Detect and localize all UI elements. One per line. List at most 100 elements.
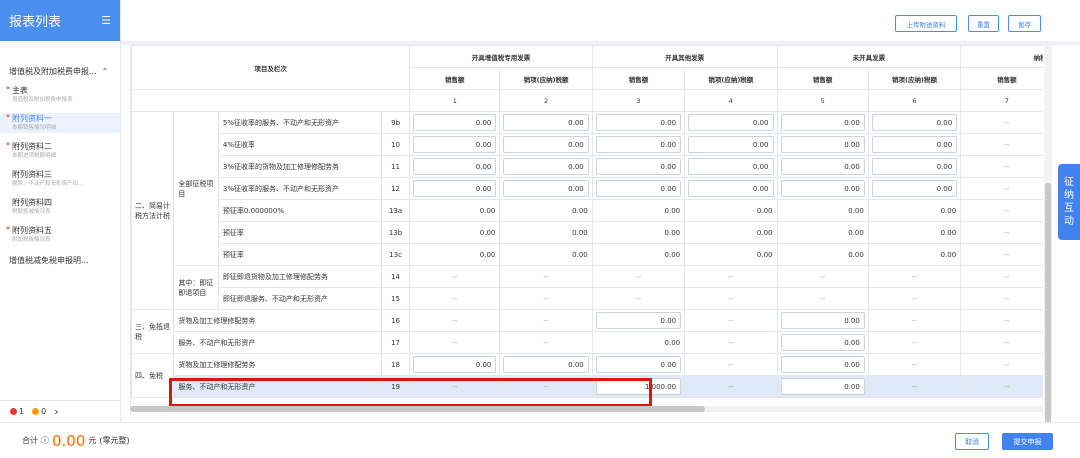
input-cell: 0.00 [591, 177, 686, 200]
table-cell: -- [684, 353, 778, 376]
sidebar-group-vat[interactable]: 增值税及附加税费申报... ⌃ [0, 65, 120, 77]
column-number: 4 [684, 89, 778, 112]
amount-input[interactable]: 0.00 [688, 136, 774, 153]
interaction-float-button[interactable]: 征纳互动 [1058, 164, 1080, 240]
total-unit: 元 [88, 436, 97, 445]
amount-input[interactable]: 0.00 [780, 356, 865, 373]
sidebar-item[interactable]: * 主表 增值税及附加税费申报表 [0, 85, 120, 105]
input-cell: 0.00 [684, 177, 778, 200]
amount-input[interactable]: 0.00 [503, 114, 589, 131]
table-cell: 0.00 [409, 243, 501, 266]
header-group: 开具增值税专用发票 [409, 45, 593, 68]
input-cell: 0.00 [684, 111, 778, 134]
amount-input[interactable]: 0.00 [595, 312, 682, 329]
input-cell: 0.00 [499, 155, 593, 178]
section-label: 三、免抵退税 [131, 309, 175, 354]
vertical-scroll-thumb[interactable] [1045, 183, 1051, 448]
required-mark: * [6, 141, 10, 150]
total-words: (零元整) [99, 436, 130, 445]
info-icon[interactable]: ⓘ [41, 435, 49, 446]
table-cell: -- [867, 375, 962, 398]
row-number: 13a [380, 199, 411, 222]
amount-input[interactable]: 0.00 [595, 114, 682, 131]
amount-input[interactable]: 1,000.00 [595, 378, 682, 395]
collapse-menu-icon[interactable]: ☰ [101, 14, 111, 27]
required-mark: * [6, 225, 10, 234]
amount-input[interactable]: 0.00 [595, 136, 682, 153]
amount-input[interactable]: 0.00 [503, 180, 589, 197]
header-group: 开具其他发票 [591, 45, 778, 68]
amount-input[interactable]: 0.00 [871, 158, 958, 175]
amount-input[interactable]: 0.00 [503, 136, 589, 153]
reset-button[interactable]: 重置 [968, 15, 999, 32]
amount-input[interactable]: 0.00 [780, 158, 865, 175]
amount-input[interactable]: 0.00 [503, 356, 589, 373]
next-arrow-icon[interactable]: › [54, 405, 58, 418]
amount-input[interactable]: 0.00 [688, 180, 774, 197]
amount-input[interactable]: 0.00 [871, 180, 958, 197]
warning-count[interactable]: 0 [32, 407, 46, 416]
input-cell: 0.00 [776, 177, 869, 200]
sidebar-item-exemption[interactable]: 增值税减免税申报明... [0, 255, 120, 266]
horizontal-scrollbar[interactable] [130, 406, 1043, 412]
amount-input[interactable]: 0.00 [780, 378, 865, 395]
table-row: 三、免抵退税货物及加工修理修配劳务16----0.00--0.00------ [131, 309, 1043, 354]
input-cell: 0.00 [776, 375, 869, 398]
error-count[interactable]: 1 [10, 407, 24, 416]
row-label: 服务、不动产和无形资产 [173, 331, 382, 354]
subheader: 销售额 [409, 67, 501, 90]
amount-input[interactable]: 0.00 [503, 158, 589, 175]
amount-input[interactable]: 0.00 [595, 180, 682, 197]
subheader: 销售额 [960, 67, 1043, 90]
amount-input[interactable]: 0.00 [595, 356, 682, 373]
sidebar-item[interactable]: * 附列资料一 本期销售情况明细 [0, 113, 120, 133]
row-label: 服务、不动产和无形资产 [173, 375, 382, 398]
amount-input[interactable]: 0.00 [413, 158, 497, 175]
input-cell: 0.00 [409, 177, 501, 200]
vertical-scrollbar[interactable] [1044, 45, 1052, 448]
table-row: 4%征收率100.000.000.000.000.000.00---- [132, 133, 1043, 156]
amount-input[interactable]: 0.00 [595, 158, 682, 175]
sidebar-item[interactable]: * 附列资料五 附加税费情况表 [0, 225, 120, 245]
cancel-button[interactable]: 取消 [955, 433, 989, 450]
amount-input[interactable]: 0.00 [413, 180, 497, 197]
amount-input[interactable]: 0.00 [871, 136, 958, 153]
table-cell: 0.00 [591, 221, 686, 244]
required-mark: * [6, 113, 10, 122]
header-spacer [131, 89, 411, 112]
row-number: 11 [380, 155, 411, 178]
row-label: 即征即退服务、不动产和无形资产 [217, 287, 382, 310]
row-label: 4%征收率 [217, 133, 382, 156]
input-cell: 0.00 [591, 155, 686, 178]
table-cell: -- [960, 353, 1043, 376]
amount-input[interactable]: 0.00 [780, 334, 865, 351]
amount-input[interactable]: 0.00 [688, 114, 774, 131]
amount-input[interactable]: 0.00 [780, 136, 865, 153]
amount-input[interactable]: 0.00 [688, 158, 774, 175]
table-cell: 0.00 [499, 221, 593, 244]
input-cell: 0.00 [867, 111, 962, 134]
table-cell: -- [499, 287, 593, 310]
sidebar-item[interactable]: 附列资料三 服务、不动产和无形资产扣... [0, 169, 120, 189]
table-cell: 0.00 [867, 221, 962, 244]
amount-input[interactable]: 0.00 [780, 312, 865, 329]
input-cell: 0.00 [684, 155, 778, 178]
amount-input[interactable]: 0.00 [871, 114, 958, 131]
amount-input[interactable]: 0.00 [780, 180, 865, 197]
sidebar: 报表列表 ☰ 增值税及附加税费申报... ⌃ * 主表 增值税及附加税费申报表 * 附列… [0, 0, 121, 422]
table-row: 3%征收率的货物及加工修理修配劳务 11 0.00 0.00 0.00 0.00 0.00 0… [132, 155, 1043, 178]
save-draft-button[interactable]: 暂存 [1008, 15, 1041, 32]
sidebar-item[interactable]: 附列资料四 税额抵减情况表 [0, 197, 120, 217]
sidebar-item[interactable]: * 附列资料二 本期进项税额明细 [0, 141, 120, 161]
submit-button[interactable]: 提交申报 [1002, 433, 1053, 450]
amount-input[interactable]: 0.00 [780, 114, 865, 131]
table-cell: -- [684, 331, 778, 354]
amount-input[interactable]: 0.00 [413, 136, 497, 153]
table-row: 其中：即征即退项目 即征即退货物及加工修理修配劳务 14 -- -- -- -- -- -- --… [132, 265, 1043, 310]
amount-input[interactable]: 0.00 [413, 356, 497, 373]
input-cell: 0.00 [499, 353, 593, 376]
amount-input[interactable]: 0.00 [413, 114, 497, 131]
upload-attachment-button[interactable]: 上传附送资料 [895, 15, 957, 32]
horizontal-scroll-thumb[interactable] [130, 406, 705, 412]
table-cell: -- [684, 265, 778, 288]
